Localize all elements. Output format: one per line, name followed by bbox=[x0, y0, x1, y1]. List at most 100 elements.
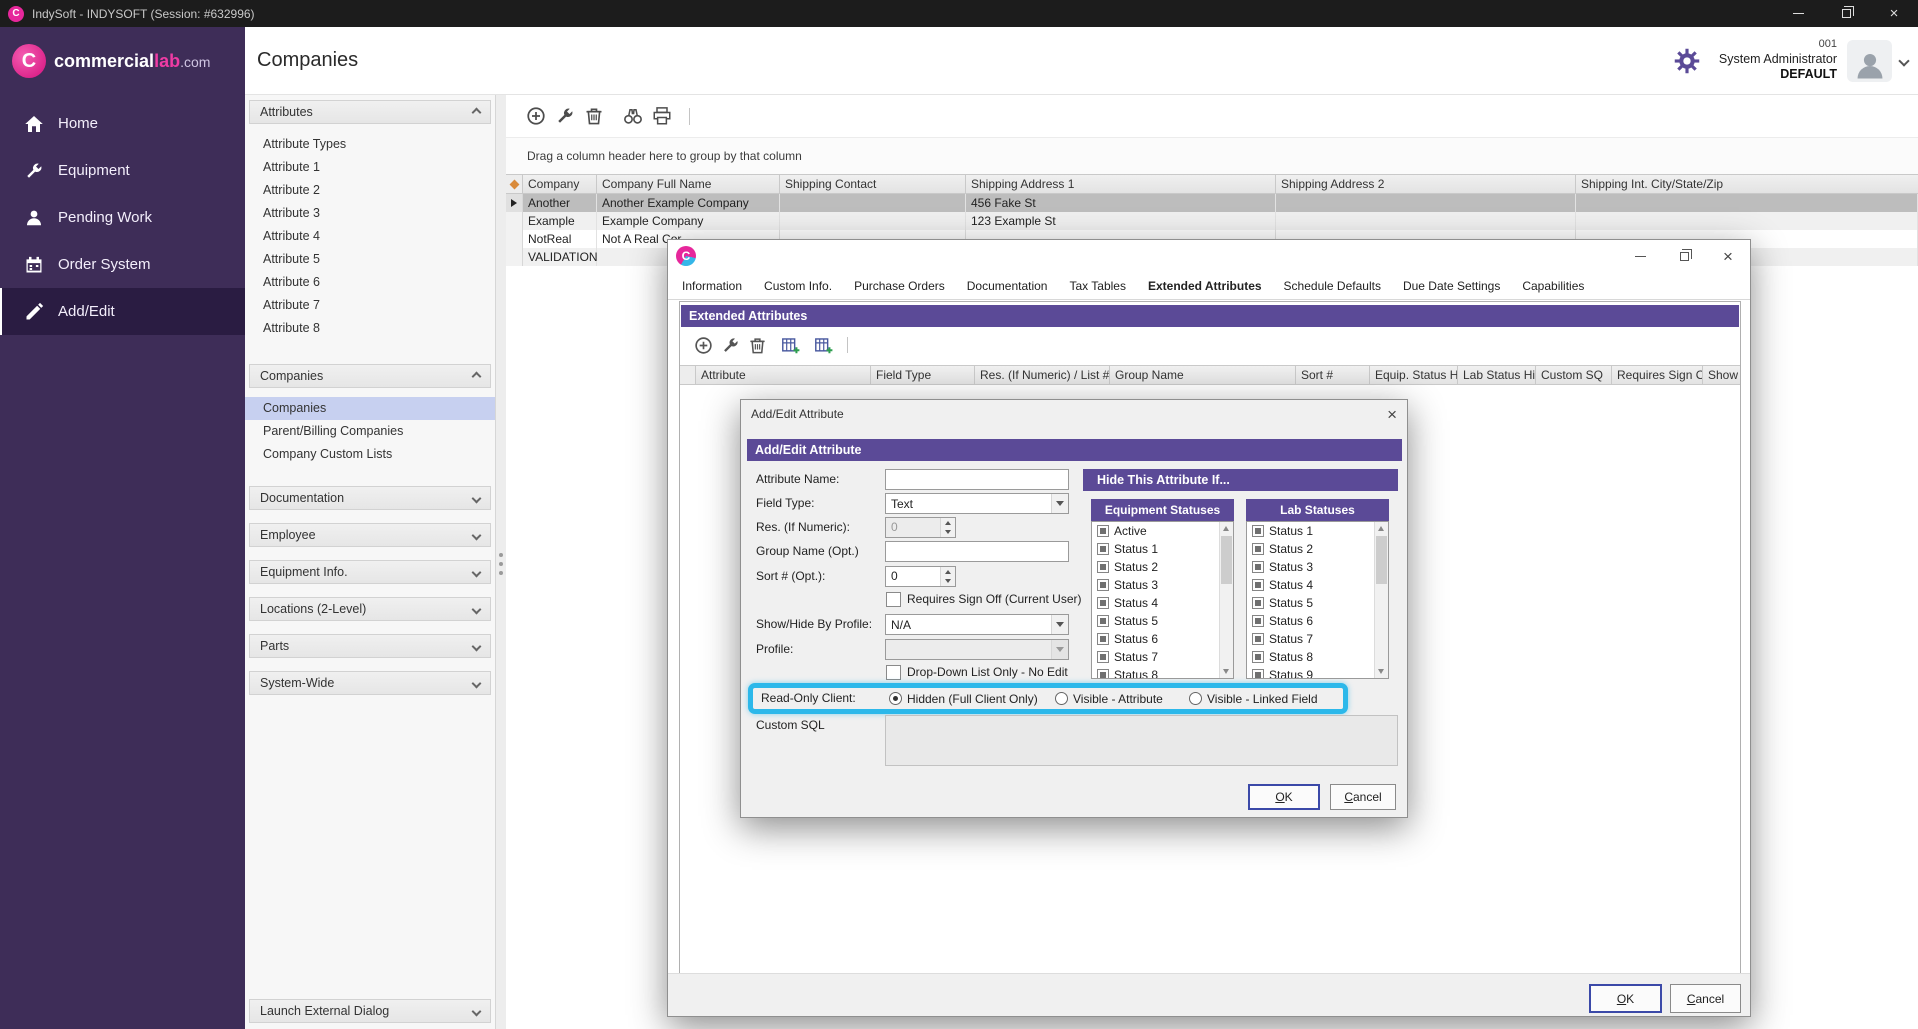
nav-section-attributes[interactable]: Attributes bbox=[249, 100, 491, 124]
nav-item-attribute-5[interactable]: Attribute 5 bbox=[245, 248, 495, 271]
sidebar-item-add-edit[interactable]: Add/Edit bbox=[0, 288, 245, 335]
cancel-button[interactable]: Cancel bbox=[1330, 784, 1396, 810]
edit-icon[interactable] bbox=[555, 106, 575, 126]
column-header-shipping-address-1[interactable]: Shipping Address 1 bbox=[966, 175, 1276, 193]
column-header-custom-sql[interactable]: Custom SQ bbox=[1536, 366, 1612, 384]
column-header-shipping-contact[interactable]: Shipping Contact bbox=[780, 175, 966, 193]
scroll-up-icon[interactable] bbox=[1223, 526, 1229, 531]
dialog-titlebar[interactable]: Add/Edit Attribute × bbox=[741, 400, 1407, 428]
nav-section-parts[interactable]: Parts bbox=[249, 634, 491, 658]
panel-splitter[interactable] bbox=[496, 95, 506, 1029]
table-row[interactable]: Another Another Example Company 456 Fake… bbox=[506, 194, 1918, 212]
dialog-maximize-button[interactable] bbox=[1662, 240, 1706, 272]
status-list-item[interactable]: Status 4 bbox=[1092, 594, 1219, 612]
nav-section-locations[interactable]: Locations (2-Level) bbox=[249, 597, 491, 621]
status-checkbox[interactable] bbox=[1252, 543, 1264, 555]
status-list-item[interactable]: Status 7 bbox=[1247, 630, 1374, 648]
window-close-button[interactable]: × bbox=[1870, 0, 1918, 27]
group-name-input[interactable] bbox=[885, 541, 1069, 562]
radio-group-visible-linked-field[interactable]: Visible - Linked Field bbox=[1189, 688, 1318, 709]
status-list-item[interactable]: Status 8 bbox=[1247, 648, 1374, 666]
status-checkbox[interactable] bbox=[1252, 525, 1264, 537]
scrollbar-thumb[interactable] bbox=[1376, 536, 1387, 584]
column-header-group-name[interactable]: Group Name bbox=[1110, 366, 1296, 384]
ok-button[interactable]: OK bbox=[1589, 984, 1662, 1013]
status-list-item[interactable]: Status 7 bbox=[1092, 648, 1219, 666]
status-checkbox[interactable] bbox=[1252, 579, 1264, 591]
nav-section-employee[interactable]: Employee bbox=[249, 523, 491, 547]
nav-item-attribute-7[interactable]: Attribute 7 bbox=[245, 294, 495, 317]
launch-external-dialog-button[interactable]: Launch External Dialog bbox=[249, 999, 491, 1023]
column-header-res-if-numeric[interactable]: Res. (If Numeric) / List # bbox=[975, 366, 1110, 384]
radio-group-visible-attribute[interactable]: Visible - Attribute bbox=[1055, 688, 1163, 709]
scroll-down-icon[interactable] bbox=[1378, 669, 1384, 674]
nav-item-attribute-types[interactable]: Attribute Types bbox=[245, 133, 495, 156]
radio-visible-linked-field[interactable] bbox=[1189, 692, 1202, 705]
status-list-item[interactable]: Status 3 bbox=[1247, 558, 1374, 576]
radio-group-hidden-full-client[interactable]: Hidden (Full Client Only) bbox=[889, 688, 1038, 709]
column-header-company[interactable]: Company bbox=[523, 175, 597, 193]
nav-item-attribute-8[interactable]: Attribute 8 bbox=[245, 317, 495, 340]
chevron-down-icon[interactable] bbox=[1898, 55, 1909, 66]
status-list-item[interactable]: Status 6 bbox=[1247, 612, 1374, 630]
status-list-item[interactable]: Status 8 bbox=[1092, 666, 1219, 678]
status-checkbox[interactable] bbox=[1097, 597, 1109, 609]
status-checkbox[interactable] bbox=[1252, 651, 1264, 663]
status-list-item[interactable]: Status 9 bbox=[1247, 666, 1374, 678]
add-icon[interactable] bbox=[526, 106, 546, 126]
nav-item-attribute-1[interactable]: Attribute 1 bbox=[245, 156, 495, 179]
column-header-requires-sign-off[interactable]: Requires Sign Of bbox=[1612, 366, 1703, 384]
status-list-item[interactable]: Status 6 bbox=[1092, 630, 1219, 648]
status-checkbox[interactable] bbox=[1097, 615, 1109, 627]
status-list-item[interactable]: Status 2 bbox=[1247, 540, 1374, 558]
nav-item-company-custom-lists[interactable]: Company Custom Lists bbox=[245, 443, 495, 466]
scroll-up-icon[interactable] bbox=[1378, 526, 1384, 531]
nav-item-attribute-3[interactable]: Attribute 3 bbox=[245, 202, 495, 225]
lab-statuses-list[interactable]: Status 1 Status 2 Status 3 Status 4 Stat… bbox=[1246, 521, 1389, 679]
tab-information[interactable]: Information bbox=[682, 279, 742, 293]
column-header-equip-status-hide[interactable]: Equip. Status H bbox=[1370, 366, 1458, 384]
nav-section-companies[interactable]: Companies bbox=[249, 364, 491, 388]
status-checkbox[interactable] bbox=[1252, 633, 1264, 645]
delete-icon[interactable] bbox=[748, 336, 767, 355]
status-list-item[interactable]: Status 3 bbox=[1092, 576, 1219, 594]
print-icon[interactable] bbox=[652, 106, 672, 126]
status-checkbox[interactable] bbox=[1252, 561, 1264, 573]
scrollbar[interactable] bbox=[1374, 522, 1388, 678]
column-header-field-type[interactable]: Field Type bbox=[871, 366, 975, 384]
tab-tax-tables[interactable]: Tax Tables bbox=[1069, 279, 1125, 293]
column-header-shipping-address-2[interactable]: Shipping Address 2 bbox=[1276, 175, 1576, 193]
scroll-down-icon[interactable] bbox=[1223, 669, 1229, 674]
delete-icon[interactable] bbox=[584, 106, 604, 126]
chevron-down-icon[interactable] bbox=[1051, 494, 1068, 513]
dialog-minimize-button[interactable] bbox=[1618, 240, 1662, 272]
group-by-panel[interactable]: Drag a column header here to group by th… bbox=[506, 137, 1918, 174]
scrollbar[interactable] bbox=[1219, 522, 1233, 678]
import-grid-icon[interactable] bbox=[781, 336, 800, 355]
field-type-select[interactable]: Text bbox=[885, 493, 1069, 514]
tab-purchase-orders[interactable]: Purchase Orders bbox=[854, 279, 945, 293]
dialog-close-button[interactable]: × bbox=[1706, 240, 1750, 272]
status-checkbox[interactable] bbox=[1252, 597, 1264, 609]
tab-schedule-defaults[interactable]: Schedule Defaults bbox=[1284, 279, 1381, 293]
nav-item-attribute-4[interactable]: Attribute 4 bbox=[245, 225, 495, 248]
status-list-item[interactable]: Status 1 bbox=[1092, 540, 1219, 558]
sidebar-item-pending-work[interactable]: Pending Work bbox=[0, 194, 245, 241]
column-header-shipping-city-state-zip[interactable]: Shipping Int. City/State/Zip bbox=[1576, 175, 1918, 193]
attribute-name-input[interactable] bbox=[885, 469, 1069, 490]
nav-item-attribute-2[interactable]: Attribute 2 bbox=[245, 179, 495, 202]
dropdown-list-only-checkbox[interactable] bbox=[886, 665, 901, 680]
column-header-sort[interactable]: Sort # bbox=[1296, 366, 1370, 384]
status-checkbox[interactable] bbox=[1097, 525, 1109, 537]
sort-number-stepper[interactable]: 0 bbox=[885, 566, 956, 587]
avatar[interactable] bbox=[1847, 40, 1892, 82]
column-header-show[interactable]: Show bbox=[1703, 366, 1740, 384]
tab-custom-info[interactable]: Custom Info. bbox=[764, 279, 832, 293]
scrollbar-thumb[interactable] bbox=[1221, 536, 1232, 584]
column-header-lab-status-hide[interactable]: Lab Status Hi bbox=[1458, 366, 1536, 384]
status-checkbox[interactable] bbox=[1097, 651, 1109, 663]
sidebar-item-order-system[interactable]: Order System bbox=[0, 241, 245, 288]
status-checkbox[interactable] bbox=[1252, 669, 1264, 678]
status-checkbox[interactable] bbox=[1097, 561, 1109, 573]
tab-capabilities[interactable]: Capabilities bbox=[1522, 279, 1584, 293]
